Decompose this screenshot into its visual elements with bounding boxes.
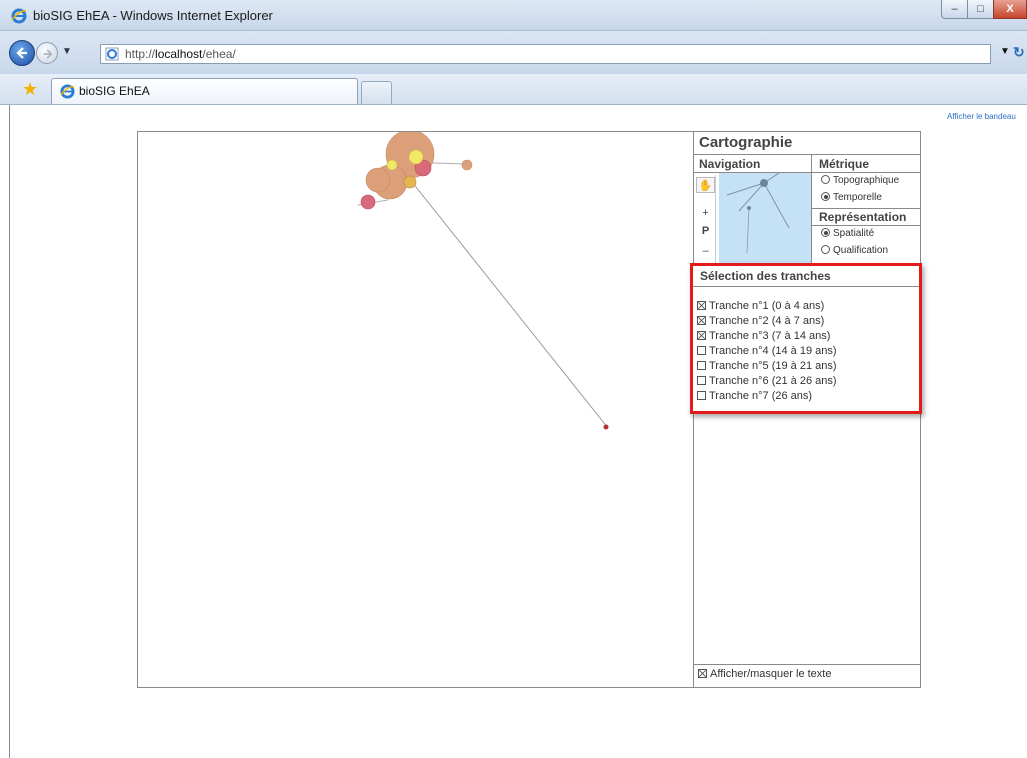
page-icon: [105, 47, 119, 61]
divider: [812, 225, 921, 226]
pan-hand-icon[interactable]: ✋: [696, 177, 715, 193]
minimap-drawing: [726, 173, 790, 254]
zoom-in-button[interactable]: +: [696, 205, 715, 221]
navigation-tools: ✋ + P –: [696, 175, 716, 265]
checkbox[interactable]: [697, 331, 706, 340]
divider: [812, 208, 921, 209]
selection-tranches-box: Sélection des tranches Tranche n°1 (0 à …: [690, 263, 922, 414]
favorites-star-icon[interactable]: ★: [22, 79, 38, 100]
tranche-checkbox-5[interactable]: Tranche n°5 (19 à 21 ans): [697, 360, 837, 372]
refresh-icon[interactable]: ↻: [1013, 44, 1025, 61]
circle-node: [365, 167, 391, 193]
history-dropdown-icon[interactable]: ▼: [62, 46, 72, 57]
divider: [694, 664, 921, 665]
forward-button[interactable]: [36, 42, 58, 64]
tab-label: bioSIG EhEA: [79, 84, 150, 98]
link-line: [407, 176, 609, 429]
internet-explorer-icon: [11, 8, 27, 24]
tranche-checkbox-1[interactable]: Tranche n°1 (0 à 4 ans): [697, 300, 824, 312]
radio-spatialite[interactable]: [821, 228, 830, 237]
address-toolbar: ▼ http://localhost/ehea/ ▼ ↻: [0, 31, 1027, 74]
representation-option-qualification[interactable]: Qualification: [821, 245, 888, 256]
navigation-heading: Navigation: [699, 157, 761, 171]
maximize-button[interactable]: □: [967, 0, 994, 19]
checkbox[interactable]: [697, 391, 706, 400]
address-dropdown-icon[interactable]: ▼: [1000, 46, 1010, 57]
circle-node: [461, 159, 473, 171]
checkbox[interactable]: [698, 669, 707, 678]
back-arrow-icon: [16, 47, 27, 59]
address-field[interactable]: http://localhost/ehea/: [100, 44, 991, 64]
window-title: bioSIG EhEA - Windows Internet Explorer: [33, 8, 273, 23]
close-button[interactable]: X: [993, 0, 1027, 19]
tranche-checkbox-2[interactable]: Tranche n°2 (4 à 7 ans): [697, 315, 824, 327]
title-bar: bioSIG EhEA - Windows Internet Explorer …: [0, 0, 1027, 31]
radio-qualification[interactable]: [821, 245, 830, 254]
circle-node: [408, 149, 424, 165]
checkbox[interactable]: [697, 316, 706, 325]
tab-ie-icon: [60, 84, 75, 99]
page-left-border: [9, 105, 10, 758]
checkbox[interactable]: [697, 346, 706, 355]
divider: [693, 286, 919, 287]
representation-option-spatialite[interactable]: Spatialité: [821, 228, 874, 239]
tranche-checkbox-7[interactable]: Tranche n°7 (26 ans): [697, 390, 812, 402]
p-button[interactable]: P: [696, 223, 715, 239]
back-button[interactable]: [9, 40, 35, 66]
minimize-button[interactable]: –: [941, 0, 968, 19]
page-content: Afficher le bandeau Cartographie Navigat…: [0, 105, 1027, 758]
metrique-option-topographique[interactable]: Topographique: [821, 175, 899, 186]
zoom-out-button[interactable]: –: [696, 243, 715, 259]
url-text: http://localhost/ehea/: [125, 47, 236, 61]
checkbox[interactable]: [697, 361, 706, 370]
circle-node: [603, 424, 609, 430]
representation-heading: Représentation: [819, 210, 907, 224]
tab-biosig-ehea[interactable]: bioSIG EhEA: [51, 78, 358, 104]
divider: [694, 154, 921, 155]
circle-node: [386, 159, 398, 171]
new-tab-button[interactable]: [361, 81, 392, 104]
radio-topographique[interactable]: [821, 175, 830, 184]
minimap[interactable]: [719, 173, 811, 266]
map-canvas[interactable]: [138, 132, 693, 687]
circle-node: [360, 194, 376, 210]
circle-node: [403, 175, 417, 189]
checkbox[interactable]: [697, 376, 706, 385]
divider: [811, 154, 812, 266]
metrique-heading: Métrique: [819, 157, 870, 171]
checkbox[interactable]: [697, 301, 706, 310]
tranche-checkbox-6[interactable]: Tranche n°6 (21 à 26 ans): [697, 375, 837, 387]
metrique-option-temporelle[interactable]: Temporelle: [821, 192, 882, 203]
forward-arrow-icon: [43, 49, 53, 59]
panel-title: Cartographie: [699, 134, 793, 151]
tab-bar: ★ bioSIG EhEA: [0, 74, 1027, 105]
tranche-checkbox-4[interactable]: Tranche n°4 (14 à 19 ans): [697, 345, 837, 357]
radio-temporelle[interactable]: [821, 192, 830, 201]
afficher-masquer-texte-toggle[interactable]: Afficher/masquer le texte: [698, 668, 831, 680]
map-frame: Cartographie Navigation Métrique ✋ + P –: [137, 131, 922, 688]
afficher-bandeau-link[interactable]: Afficher le bandeau: [947, 112, 1016, 121]
tranche-checkbox-3[interactable]: Tranche n°3 (7 à 14 ans): [697, 330, 830, 342]
selection-title: Sélection des tranches: [700, 269, 831, 283]
cartographie-panel: Cartographie Navigation Métrique ✋ + P –: [690, 132, 922, 687]
